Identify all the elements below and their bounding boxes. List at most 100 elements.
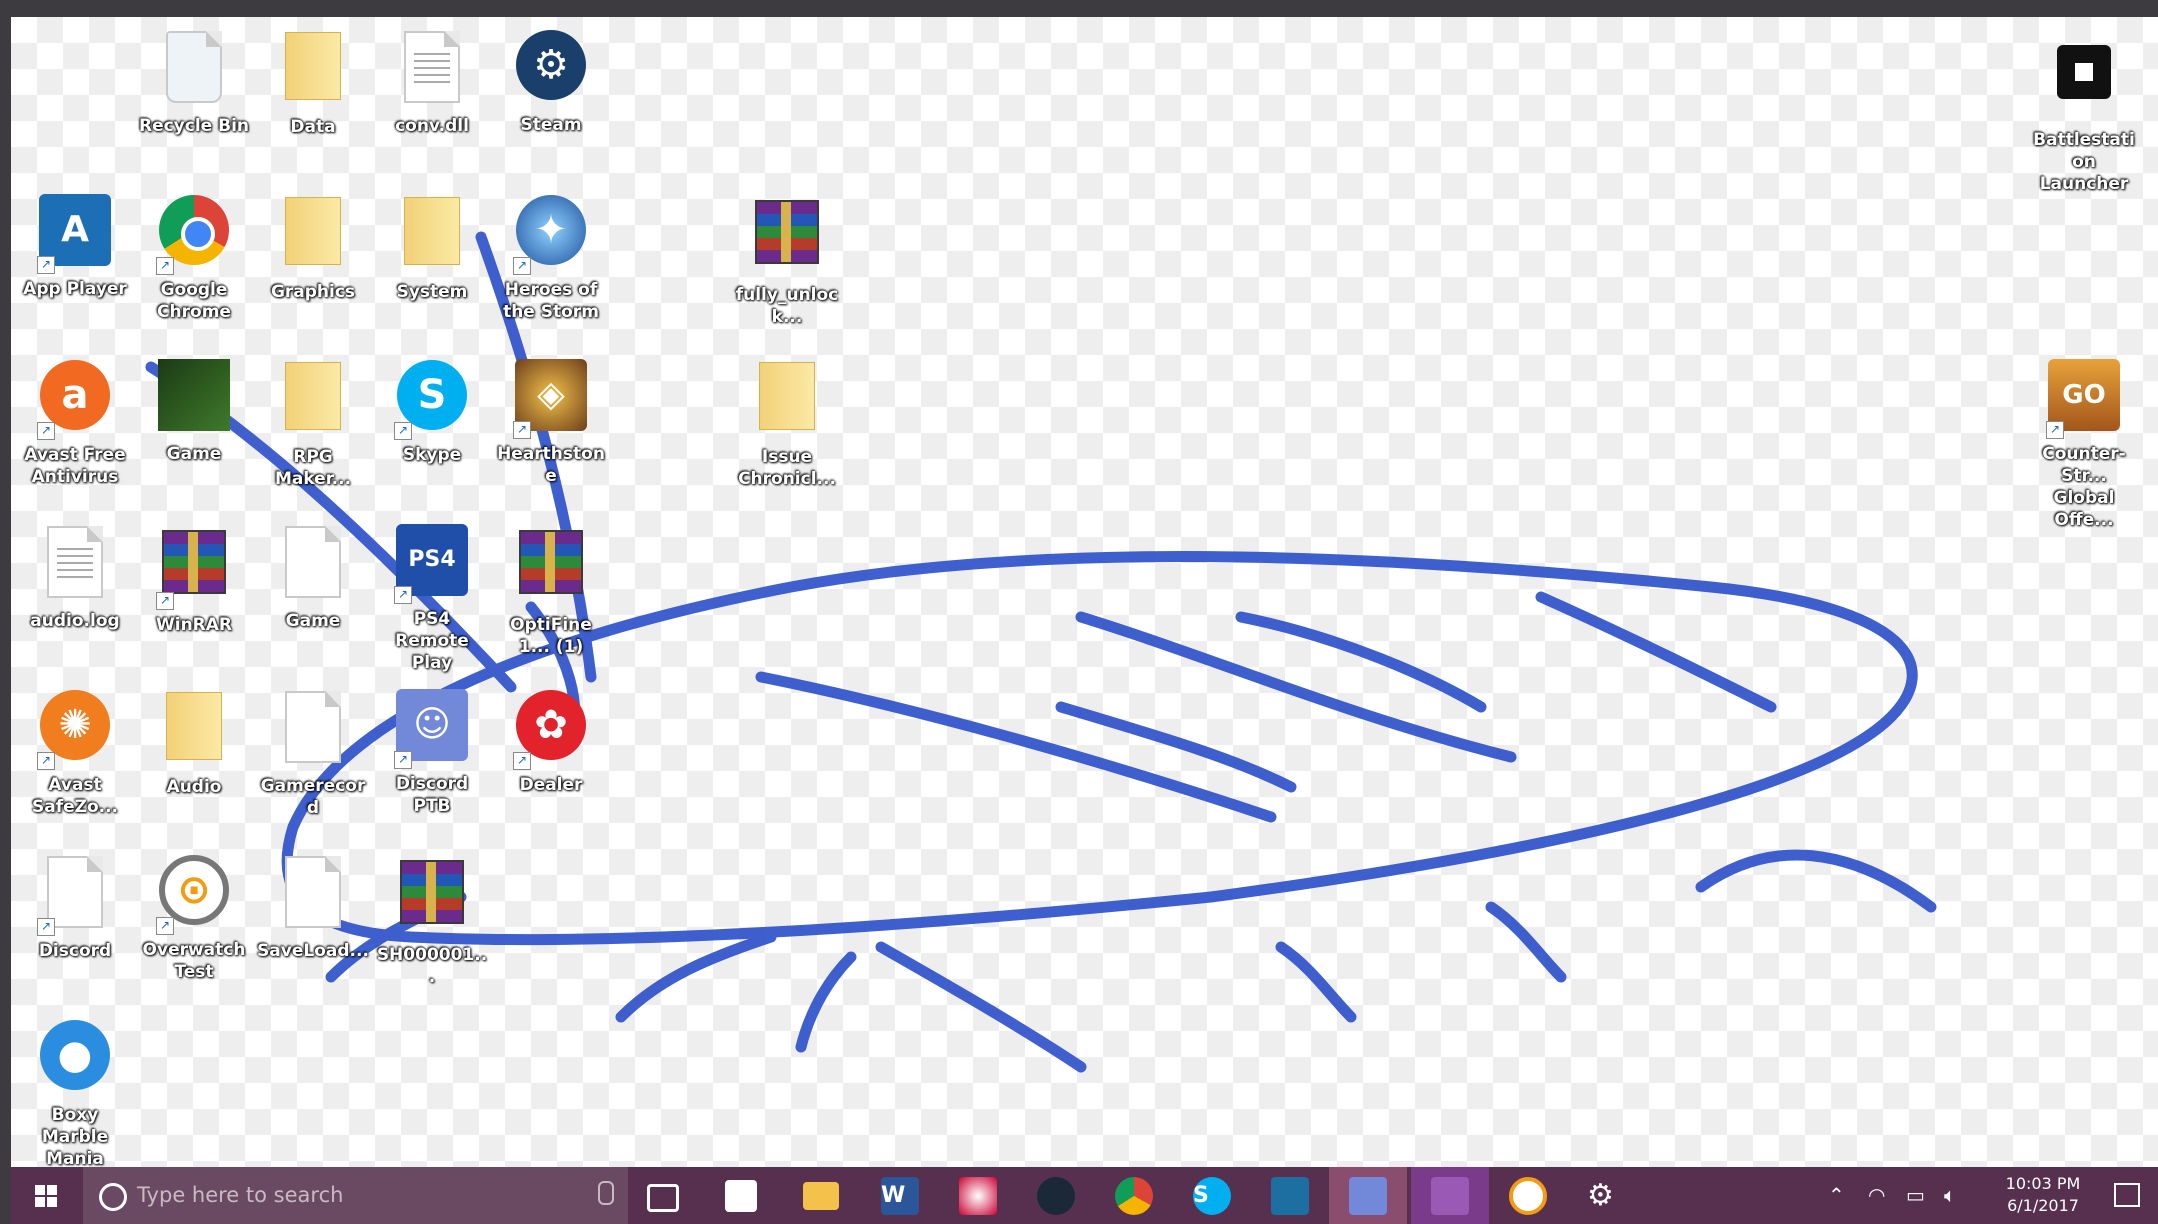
wifi-icon[interactable]: ◠ <box>1868 1183 1885 1207</box>
start-button[interactable] <box>11 1167 79 1224</box>
avast-icon: a ↗ <box>35 360 115 440</box>
windows-logo-icon <box>35 1185 57 1207</box>
settings-file-icon <box>392 31 472 111</box>
skype-icon: S ↗ <box>392 360 472 440</box>
desktop-icon-google-chrome[interactable]: ↗ Google Chrome <box>136 190 252 323</box>
icon-label: Overwatch Test <box>142 940 246 982</box>
skype-taskbar-icon[interactable]: S <box>1193 1177 1231 1215</box>
winrar-archive-icon <box>392 860 472 940</box>
desktop-icon-avast-safezone[interactable]: ✺ ↗ Avast SafeZo... <box>17 685 133 818</box>
icon-label: Audio <box>166 777 222 797</box>
desktop-icon-hearthstone[interactable]: ◈ ↗ Hearthstone <box>493 355 609 487</box>
desktop-icon-rpg-maker[interactable]: RPG Maker... <box>255 355 371 490</box>
system-tray: ⌃ ◠ ▭ 🔈︎ 10:03 PM 6/1/2017 <box>1818 1167 2158 1224</box>
settings-taskbar-icon[interactable]: ⚙ <box>1587 1177 1625 1215</box>
icon-label: Dealer <box>519 775 583 795</box>
desktop-icon-steam[interactable]: ⚙ Steam <box>493 25 609 136</box>
desktop-icon-dealer[interactable]: ✿ ↗ Dealer <box>493 685 609 796</box>
icon-label: Skype <box>402 445 462 465</box>
icon-label: Google Chrome <box>157 280 231 322</box>
search-box[interactable]: Type here to search <box>83 1167 628 1224</box>
folder-icon <box>747 362 827 442</box>
chrome-taskbar-icon[interactable] <box>1115 1177 1153 1215</box>
desktop-icon-ps4-remote-play[interactable]: PS4 ↗ PS4 Remote Play <box>374 520 490 674</box>
volume-icon[interactable]: 🔈︎ <box>1944 1183 1956 1207</box>
desktop-icon-battlestation-launcher[interactable]: Battlestation Launcher <box>2026 35 2142 195</box>
dealer-icon: ✿ ↗ <box>511 690 591 770</box>
desktop-icon-saveload[interactable]: SaveLoad... <box>255 850 371 962</box>
paint-icon[interactable] <box>959 1177 997 1215</box>
text-file-icon <box>35 526 115 606</box>
desktop[interactable]: Recycle Bin Data conv.dll ⚙ Steam Battle… <box>11 17 2158 1167</box>
icon-label: Issue Chronicl... <box>738 447 836 489</box>
icon-label: Gamerecord <box>260 776 366 818</box>
clock-time: 10:03 PM <box>2005 1174 2081 1193</box>
search-placeholder: Type here to search <box>137 1183 344 1207</box>
action-center-icon[interactable] <box>2114 1183 2140 1207</box>
icon-label: Game <box>166 444 222 464</box>
desktop-icon-heroes-of-the-storm[interactable]: ✦ ↗ Heroes of the Storm <box>493 190 609 323</box>
steam-taskbar-icon[interactable] <box>1037 1177 1075 1215</box>
store-icon[interactable] <box>725 1180 757 1212</box>
folder-icon <box>154 692 234 772</box>
purple-app-icon[interactable] <box>1431 1177 1469 1215</box>
file-explorer-icon[interactable] <box>803 1182 839 1210</box>
overwatch-taskbar-icon[interactable] <box>1509 1177 1547 1215</box>
clock[interactable]: 10:03 PM 6/1/2017 <box>1993 1173 2093 1217</box>
clock-date: 6/1/2017 <box>2007 1196 2079 1215</box>
desktop-icon-audio[interactable]: Audio <box>136 685 252 798</box>
ps4-icon: PS4 ↗ <box>392 524 472 604</box>
winrar-icon: ↗ <box>154 530 234 610</box>
desktop-icon-issue-chronicle[interactable]: Issue Chronicl... <box>729 355 845 490</box>
safezone-icon: ✺ ↗ <box>35 690 115 770</box>
desktop-icon-game-file[interactable]: Game <box>255 520 371 632</box>
cortana-icon <box>99 1183 127 1211</box>
desktop-icon-boxy-marble-mania[interactable]: ● Boxy Marble Mania <box>17 1015 133 1167</box>
icon-label: Boxy Marble Mania <box>41 1105 109 1167</box>
hearthstone-icon: ◈ ↗ <box>511 359 591 439</box>
blank-file-icon: ↗ <box>35 856 115 936</box>
desktop-icon-discord[interactable]: ↗ Discord <box>17 850 133 962</box>
desktop-icon-game-minecraft[interactable]: Game <box>136 355 252 465</box>
icon-label: Graphics <box>270 282 356 302</box>
blank-file-icon <box>273 856 353 936</box>
icon-label: Steam <box>520 115 582 135</box>
icon-label: Avast Free Antivirus <box>24 445 126 487</box>
icon-label: OptiFine 1... (1) <box>510 615 592 657</box>
desktop-icon-graphics[interactable]: Graphics <box>255 190 371 303</box>
desktop-icon-conv-dll[interactable]: conv.dll <box>374 25 490 137</box>
task-view-icon[interactable] <box>647 1184 679 1212</box>
icon-label: RPG Maker... <box>274 447 352 489</box>
desktop-icon-discord-ptb[interactable]: ☺ ↗ Discord PTB <box>374 685 490 817</box>
desktop-icon-system[interactable]: System <box>374 190 490 303</box>
icon-label: SaveLoad... <box>257 941 369 961</box>
desktop-icon-gamerecord[interactable]: Gamerecord <box>255 685 371 819</box>
desktop-icon-optifine[interactable]: OptiFine 1... (1) <box>493 520 609 658</box>
chevron-up-icon[interactable]: ⌃ <box>1828 1183 1845 1207</box>
icon-label: fully_unlock... <box>735 285 839 327</box>
icon-label: Heroes of the Storm <box>503 280 599 322</box>
desktop-icon-audio-log[interactable]: audio.log <box>17 520 133 632</box>
icon-label: Discord PTB <box>395 774 469 816</box>
desktop-icon-app-player[interactable]: A ↗ App Player <box>17 190 133 300</box>
window-app-icon[interactable] <box>1271 1177 1309 1215</box>
desktop-icon-avast[interactable]: a ↗ Avast Free Antivirus <box>17 355 133 488</box>
desktop-icon-sh000001[interactable]: SH000001... <box>374 850 490 988</box>
icon-label: Data <box>290 117 336 137</box>
recycle-bin-icon <box>154 31 234 111</box>
desktop-icon-csgo[interactable]: GO ↗ Counter-Str... Global Offe... <box>2026 355 2142 531</box>
desktop-icon-fully-unlock[interactable]: fully_unlock... <box>729 190 845 328</box>
desktop-icon-skype[interactable]: S ↗ Skype <box>374 355 490 466</box>
desktop-icon-data[interactable]: Data <box>255 25 371 138</box>
icon-label: PS4 Remote Play <box>395 609 469 673</box>
winrar-archive-icon <box>747 200 827 280</box>
microphone-icon[interactable] <box>598 1181 614 1205</box>
folder-icon <box>273 197 353 277</box>
desktop-icon-winrar[interactable]: ↗ WinRAR <box>136 520 252 636</box>
battery-icon[interactable]: ▭ <box>1906 1183 1925 1207</box>
word-icon[interactable]: W <box>881 1177 919 1215</box>
desktop-icon-recycle-bin[interactable]: Recycle Bin <box>136 25 252 137</box>
desktop-icon-overwatch-test[interactable]: ⊙ ↗ Overwatch Test <box>136 850 252 983</box>
discord-taskbar-icon[interactable] <box>1349 1177 1387 1215</box>
blank-file-icon <box>273 691 353 771</box>
